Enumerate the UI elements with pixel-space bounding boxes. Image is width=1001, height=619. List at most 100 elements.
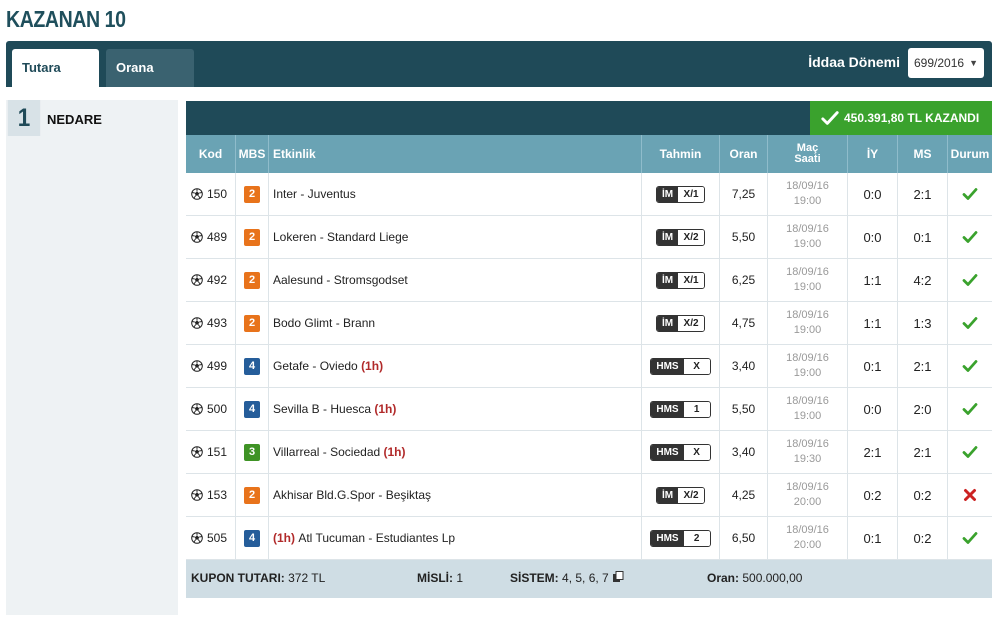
row-event: Akhisar Bld.G.Spor - Beşiktaş <box>268 474 641 516</box>
period-select-value: 699/2016 <box>914 56 965 70</box>
row-full-time-score: 2:0 <box>897 388 947 430</box>
first-half-tag: (1h) <box>374 402 397 416</box>
check-icon <box>962 403 978 415</box>
prediction-badge: HMS 1 <box>650 400 711 418</box>
table-row: 505 4 (1h) Atl Tucuman - Estudiantes Lp HMS… <box>186 517 992 560</box>
table-row: 500 4 Sevilla B - Huesca (1h) HMS 1 5,50 18/09… <box>186 388 992 431</box>
mbs-badge: 2 <box>244 228 260 246</box>
event-name: Inter - Juventus <box>273 187 356 201</box>
soccer-ball-icon <box>191 188 203 200</box>
row-mbs: 2 <box>235 259 268 301</box>
row-match-time: 18/09/16 19:00 <box>767 216 847 258</box>
row-status <box>947 259 992 301</box>
prediction-badge: HMS X <box>650 443 711 461</box>
coupon: 450.391,80 TL KAZANDI Kod MBS Etkinlik T… <box>186 101 992 600</box>
mbs-badge: 4 <box>244 357 260 375</box>
event-name: Getafe - Oviedo <box>273 359 358 373</box>
winner-name: NEDARE <box>47 112 102 127</box>
row-code: 499 <box>191 345 235 387</box>
header-match-time: Maç Saati <box>767 135 847 173</box>
row-match-time: 18/09/16 19:00 <box>767 259 847 301</box>
row-status <box>947 216 992 258</box>
row-full-time-score: 0:2 <box>897 474 947 516</box>
row-half-time-score: 0:0 <box>847 388 897 430</box>
tab-by-odds[interactable]: Orana Göre <box>106 49 194 113</box>
won-amount: 450.391,80 TL KAZANDI <box>844 111 980 125</box>
row-prediction: HMS X <box>641 345 719 387</box>
row-mbs: 2 <box>235 474 268 516</box>
check-icon <box>962 231 978 243</box>
soccer-ball-icon <box>191 274 203 286</box>
row-mbs: 4 <box>235 388 268 430</box>
prediction-badge: HMS 2 <box>650 529 711 547</box>
prediction-badge: İM X/2 <box>655 228 706 246</box>
mbs-badge: 4 <box>244 529 260 547</box>
event-name: Villarreal - Sociedad <box>273 445 381 459</box>
period-label: İddaa Dönemi <box>808 54 900 70</box>
copy-icon[interactable] <box>612 571 624 583</box>
table-row: 493 2 Bodo Glimt - Brann İM X/2 4,75 18/09/16 1… <box>186 302 992 345</box>
prediction-badge: İM X/2 <box>655 486 706 504</box>
prediction-badge: İM X/2 <box>655 314 706 332</box>
prediction-badge: İM X/1 <box>655 185 706 203</box>
row-half-time-score: 0:0 <box>847 173 897 215</box>
row-prediction: İM X/2 <box>641 216 719 258</box>
row-code: 505 <box>191 517 235 559</box>
row-mbs: 4 <box>235 517 268 559</box>
row-odds: 3,40 <box>719 431 767 473</box>
row-status <box>947 517 992 559</box>
row-full-time-score: 4:2 <box>897 259 947 301</box>
row-prediction: İM X/1 <box>641 173 719 215</box>
row-mbs: 3 <box>235 431 268 473</box>
winner-sidebar: 1 NEDARE <box>6 100 178 615</box>
tab-by-amount[interactable]: Tutara Göre <box>12 49 99 113</box>
row-mbs: 4 <box>235 345 268 387</box>
check-icon <box>962 532 978 544</box>
row-match-time: 18/09/16 19:00 <box>767 302 847 344</box>
row-half-time-score: 2:1 <box>847 431 897 473</box>
row-half-time-score: 0:1 <box>847 345 897 387</box>
row-odds: 7,25 <box>719 173 767 215</box>
row-status <box>947 345 992 387</box>
event-name: Sevilla B - Huesca <box>273 402 372 416</box>
row-match-time: 18/09/16 20:00 <box>767 474 847 516</box>
check-icon <box>962 446 978 458</box>
row-full-time-score: 2:1 <box>897 431 947 473</box>
soccer-ball-icon <box>191 360 203 372</box>
table-row: 151 3 Villarreal - Sociedad (1h) HMS X 3,40 18… <box>186 431 992 474</box>
row-prediction: İM X/2 <box>641 302 719 344</box>
row-code: 489 <box>191 216 235 258</box>
row-prediction: HMS 2 <box>641 517 719 559</box>
row-code: 151 <box>191 431 235 473</box>
header-mbs: MBS <box>235 135 268 173</box>
soccer-ball-icon <box>191 489 203 501</box>
table-row: 153 2 Akhisar Bld.G.Spor - Beşiktaş İM X/2 4,… <box>186 474 992 517</box>
row-mbs: 2 <box>235 173 268 215</box>
table-row: 489 2 Lokeren - Standard Liege İM X/2 5,50 18/… <box>186 216 992 259</box>
row-half-time-score: 0:1 <box>847 517 897 559</box>
row-full-time-score: 1:3 <box>897 302 947 344</box>
check-icon <box>962 188 978 200</box>
check-icon <box>962 317 978 329</box>
row-half-time-score: 1:1 <box>847 259 897 301</box>
header-half-time: İY <box>847 135 897 173</box>
cross-icon <box>964 489 976 501</box>
mbs-badge: 3 <box>244 443 260 461</box>
row-code: 492 <box>191 259 235 301</box>
coupon-footer: KUPON TUTARI: 372 TL MİSLİ: 1 SİSTEM: 4,… <box>186 560 992 598</box>
header-status: Durum <box>947 135 992 173</box>
event-name: Aalesund - Stromsgodset <box>273 273 408 287</box>
soccer-ball-icon <box>191 403 203 415</box>
row-odds: 4,75 <box>719 302 767 344</box>
tab-bar: Tutara Göre Orana Göre İddaa Dönemi 699/… <box>6 41 992 113</box>
soccer-ball-icon <box>191 532 203 544</box>
row-match-time: 18/09/16 20:00 <box>767 517 847 559</box>
row-code: 500 <box>191 388 235 430</box>
period-select[interactable]: 699/2016 ▼ <box>908 48 984 78</box>
table-header: Kod MBS Etkinlik Tahmin Oran Maç Saati İ… <box>186 135 992 173</box>
row-full-time-score: 0:1 <box>897 216 947 258</box>
page: KAZANAN 10 Tutara Göre Orana Göre İddaa … <box>0 0 1001 619</box>
row-status <box>947 302 992 344</box>
mbs-badge: 2 <box>244 314 260 332</box>
header-odds: Oran <box>719 135 767 173</box>
